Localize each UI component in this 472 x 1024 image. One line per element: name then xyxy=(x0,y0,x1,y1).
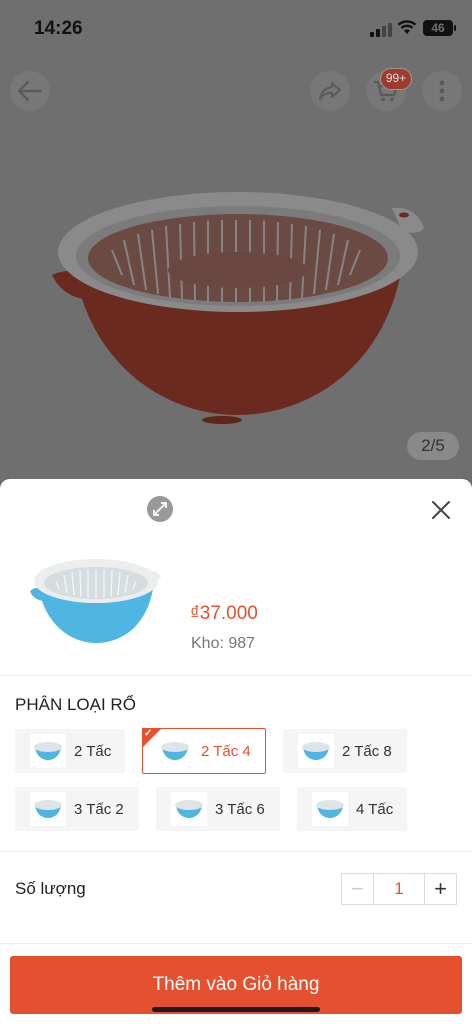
battery-tip xyxy=(454,25,456,31)
cart-badge: 99+ xyxy=(380,68,412,90)
variant-option-selected[interactable]: ✓ 2 Tấc 4 xyxy=(142,728,266,774)
divider xyxy=(0,943,472,944)
variant-option-label: 3 Tấc 6 xyxy=(215,800,265,818)
quantity-stepper: − 1 + xyxy=(341,873,457,905)
signal-icon xyxy=(370,23,392,37)
variant-option[interactable]: 3 Tấc 2 xyxy=(15,787,139,831)
battery-icon: 46 xyxy=(423,20,453,36)
stock-count: Kho: 987 xyxy=(191,635,256,652)
quantity-value[interactable]: 1 xyxy=(374,874,424,904)
variant-option-label: 2 Tấc 4 xyxy=(201,742,251,760)
divider xyxy=(0,675,472,676)
share-button[interactable] xyxy=(310,71,350,111)
variant-thumb-icon xyxy=(298,734,334,768)
variant-option[interactable]: 2 Tấc 8 xyxy=(283,729,407,773)
add-to-cart-button[interactable]: Thêm vào Giỏ hàng xyxy=(10,956,462,1014)
variant-option-label: 3 Tấc 2 xyxy=(74,800,124,818)
wifi-icon xyxy=(397,20,417,34)
variant-thumb-icon xyxy=(157,734,193,768)
product-thumbnail xyxy=(30,559,161,643)
variant-thumb-icon xyxy=(30,734,66,768)
status-bar: 14:26 46 xyxy=(0,0,472,56)
back-button[interactable] xyxy=(10,71,50,111)
variant-option[interactable]: 3 Tấc 6 xyxy=(156,787,280,831)
quantity-label: Số lượng xyxy=(15,879,86,898)
arrow-left-icon xyxy=(17,80,43,102)
variant-option-label: 2 Tấc 8 xyxy=(342,742,392,760)
divider xyxy=(0,851,472,852)
home-indicator xyxy=(152,1007,320,1012)
status-time: 14:26 xyxy=(34,18,83,39)
more-button[interactable] xyxy=(422,71,462,111)
variant-option[interactable]: 4 Tấc xyxy=(297,787,407,831)
decrease-button[interactable]: − xyxy=(342,874,374,904)
expand-arrows-icon xyxy=(153,502,167,516)
variant-option[interactable]: 2 Tấc xyxy=(15,729,125,773)
check-icon: ✓ xyxy=(144,728,153,739)
image-counter: 2/5 xyxy=(407,432,459,460)
product-image-area[interactable]: 14:26 46 99+ 2/5 xyxy=(0,0,472,490)
more-vertical-icon xyxy=(439,80,445,102)
variant-option-label: 4 Tấc xyxy=(356,800,394,818)
variant-option-label: 2 Tấc xyxy=(74,742,112,760)
close-icon xyxy=(432,501,450,519)
close-button[interactable] xyxy=(428,497,454,523)
variant-thumb-icon xyxy=(171,792,207,826)
increase-button[interactable]: + xyxy=(424,874,456,904)
variant-sheet: ₫37.000 Kho: 987 PHÂN LOẠI RỔ 2 Tấc ✓ 2 … xyxy=(0,479,472,1024)
product-image-colander xyxy=(52,192,424,424)
expand-icon[interactable] xyxy=(147,496,173,522)
product-price: ₫37.000 xyxy=(190,603,258,624)
variant-thumb-icon xyxy=(312,792,348,826)
variant-thumb-icon xyxy=(30,792,66,826)
share-icon xyxy=(319,82,341,100)
variant-section-label: PHÂN LOẠI RỔ xyxy=(15,695,136,714)
